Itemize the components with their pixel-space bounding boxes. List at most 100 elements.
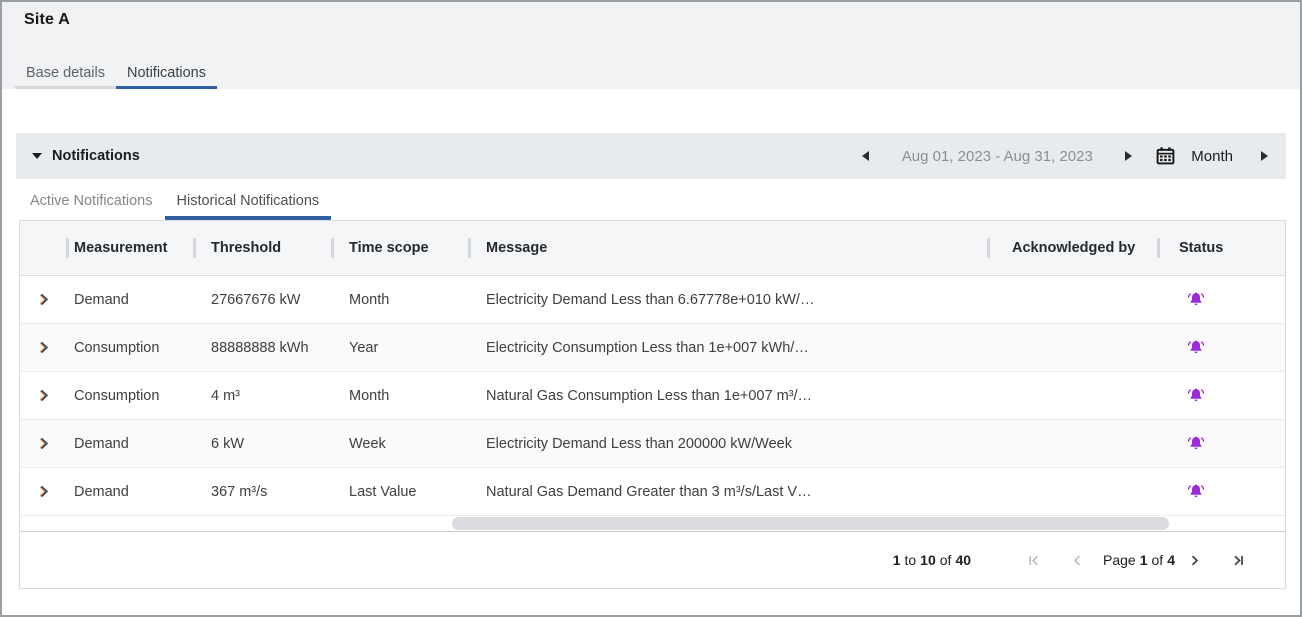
page-total: 4 bbox=[1167, 552, 1175, 568]
threshold-cell: 6 kW bbox=[193, 436, 331, 452]
message-cell: Electricity Demand Less than 200000 kW/W… bbox=[468, 436, 987, 452]
horizontal-scrollbar bbox=[20, 516, 1285, 532]
time-scope-cell: Year bbox=[331, 340, 468, 356]
last-page-icon bbox=[1231, 554, 1245, 567]
ringing-bell-icon bbox=[1187, 484, 1205, 500]
pagination-range: 1to10of40 bbox=[893, 552, 971, 568]
table-row: Consumption4 m³MonthNatural Gas Consumpt… bbox=[20, 372, 1285, 420]
header-label: Threshold bbox=[211, 240, 281, 256]
measurement-cell: Demand bbox=[66, 484, 193, 500]
column-separator bbox=[66, 238, 69, 258]
next-page-button[interactable] bbox=[1185, 550, 1205, 571]
status-cell bbox=[1157, 436, 1285, 452]
date-range-controls: Aug 01, 2023 - Aug 31, 2023 M bbox=[858, 147, 1272, 165]
page-word: Page bbox=[1103, 552, 1136, 568]
tab-active-notifications[interactable]: Active Notifications bbox=[18, 184, 165, 220]
page-of-word: of bbox=[1152, 552, 1164, 568]
row-expand-button[interactable] bbox=[34, 290, 53, 309]
notifications-table: Measurement Threshold Time scope Message… bbox=[19, 220, 1286, 589]
range-end: 10 bbox=[920, 552, 936, 568]
message-cell: Natural Gas Consumption Less than 1e+007… bbox=[468, 388, 987, 404]
status-cell bbox=[1157, 340, 1285, 356]
time-scope-cell: Month bbox=[331, 292, 468, 308]
message-cell: Electricity Consumption Less than 1e+007… bbox=[468, 340, 987, 356]
row-expand-button[interactable] bbox=[34, 482, 53, 501]
date-prev-button[interactable] bbox=[858, 147, 873, 165]
row-expand-button[interactable] bbox=[34, 434, 53, 453]
ringing-bell-icon bbox=[1187, 388, 1205, 404]
measurement-cell: Demand bbox=[66, 436, 193, 452]
status-cell bbox=[1157, 388, 1285, 404]
expand-cell bbox=[20, 386, 66, 405]
chevron-right-icon bbox=[36, 340, 51, 355]
column-separator bbox=[193, 238, 196, 258]
measurement-cell: Demand bbox=[66, 292, 193, 308]
scrollbar-thumb[interactable] bbox=[452, 517, 1169, 530]
threshold-cell: 27667676 kW bbox=[193, 292, 331, 308]
previous-page-button[interactable] bbox=[1067, 550, 1087, 571]
message-cell: Electricity Demand Less than 6.67778e+01… bbox=[468, 292, 987, 308]
message-cell: Natural Gas Demand Greater than 3 m³/s/L… bbox=[468, 484, 987, 500]
tab-historical-notifications[interactable]: Historical Notifications bbox=[165, 184, 332, 220]
calendar-picker-button[interactable] bbox=[1156, 147, 1175, 165]
last-page-button[interactable] bbox=[1227, 550, 1249, 571]
table-row: Consumption88888888 kWhYearElectricity C… bbox=[20, 324, 1285, 372]
ringing-bell-icon bbox=[1187, 436, 1205, 452]
column-separator bbox=[987, 238, 990, 258]
top-tab-bar: Base details Notifications bbox=[2, 57, 1300, 89]
table-header-row: Measurement Threshold Time scope Message… bbox=[20, 221, 1285, 276]
range-of-word: of bbox=[940, 552, 952, 568]
row-expand-button[interactable] bbox=[34, 338, 53, 357]
header-label: Acknowledged by bbox=[1012, 240, 1135, 256]
triangle-right-icon bbox=[1261, 151, 1268, 161]
tab-notifications[interactable]: Notifications bbox=[116, 57, 217, 89]
table-body: Demand27667676 kWMonthElectricity Demand… bbox=[20, 276, 1285, 516]
table-row: Demand6 kWWeekElectricity Demand Less th… bbox=[20, 420, 1285, 468]
first-page-button[interactable] bbox=[1023, 550, 1045, 571]
header-expand-column bbox=[20, 221, 66, 275]
ringing-bell-icon bbox=[1187, 340, 1205, 356]
date-range-label: Aug 01, 2023 - Aug 31, 2023 bbox=[890, 148, 1104, 165]
column-separator bbox=[331, 238, 334, 258]
ringing-bell-icon bbox=[1187, 292, 1205, 308]
header-label: Message bbox=[486, 240, 547, 256]
threshold-cell: 367 m³/s bbox=[193, 484, 331, 500]
chevron-right-icon bbox=[36, 484, 51, 499]
notifications-tab-bar: Active Notifications Historical Notifica… bbox=[16, 179, 1286, 220]
date-next-button[interactable] bbox=[1121, 147, 1136, 165]
expand-cell bbox=[20, 290, 66, 309]
period-next-button[interactable] bbox=[1257, 147, 1272, 165]
expand-cell bbox=[20, 434, 66, 453]
header-label: Status bbox=[1179, 240, 1223, 256]
panel-title: Notifications bbox=[52, 148, 140, 164]
expand-cell bbox=[20, 482, 66, 501]
triangle-right-icon bbox=[1125, 151, 1132, 161]
pagination-page-label: Page1of4 bbox=[1103, 552, 1175, 568]
status-cell bbox=[1157, 484, 1285, 500]
triangle-down-icon bbox=[32, 153, 42, 159]
pagination-bar: 1to10of40 Page1of4 bbox=[20, 532, 1285, 588]
threshold-cell: 4 m³ bbox=[193, 388, 331, 404]
range-total: 40 bbox=[955, 552, 971, 568]
notifications-panel: Notifications Aug 01, 2023 - Aug 31, 202… bbox=[16, 133, 1286, 589]
time-scope-cell: Last Value bbox=[331, 484, 468, 500]
page-header: Site A Base details Notifications bbox=[2, 2, 1300, 89]
header-time-scope: Time scope bbox=[331, 221, 468, 275]
row-expand-button[interactable] bbox=[34, 386, 53, 405]
measurement-cell: Consumption bbox=[66, 340, 193, 356]
notifications-panel-header: Notifications Aug 01, 2023 - Aug 31, 202… bbox=[16, 133, 1286, 179]
chevron-right-icon bbox=[36, 388, 51, 403]
triangle-left-icon bbox=[862, 151, 869, 161]
header-label: Time scope bbox=[349, 240, 429, 256]
period-selector[interactable]: Month bbox=[1191, 148, 1233, 165]
time-scope-cell: Month bbox=[331, 388, 468, 404]
panel-collapse-button[interactable] bbox=[32, 153, 42, 159]
header-status: Status bbox=[1157, 221, 1285, 275]
measurement-cell: Consumption bbox=[66, 388, 193, 404]
range-to-word: to bbox=[904, 552, 916, 568]
tab-base-details[interactable]: Base details bbox=[15, 57, 116, 89]
chevron-right-icon bbox=[1189, 554, 1201, 567]
table-row: Demand367 m³/sLast ValueNatural Gas Dema… bbox=[20, 468, 1285, 516]
chevron-left-icon bbox=[1071, 554, 1083, 567]
header-measurement: Measurement bbox=[66, 221, 193, 275]
